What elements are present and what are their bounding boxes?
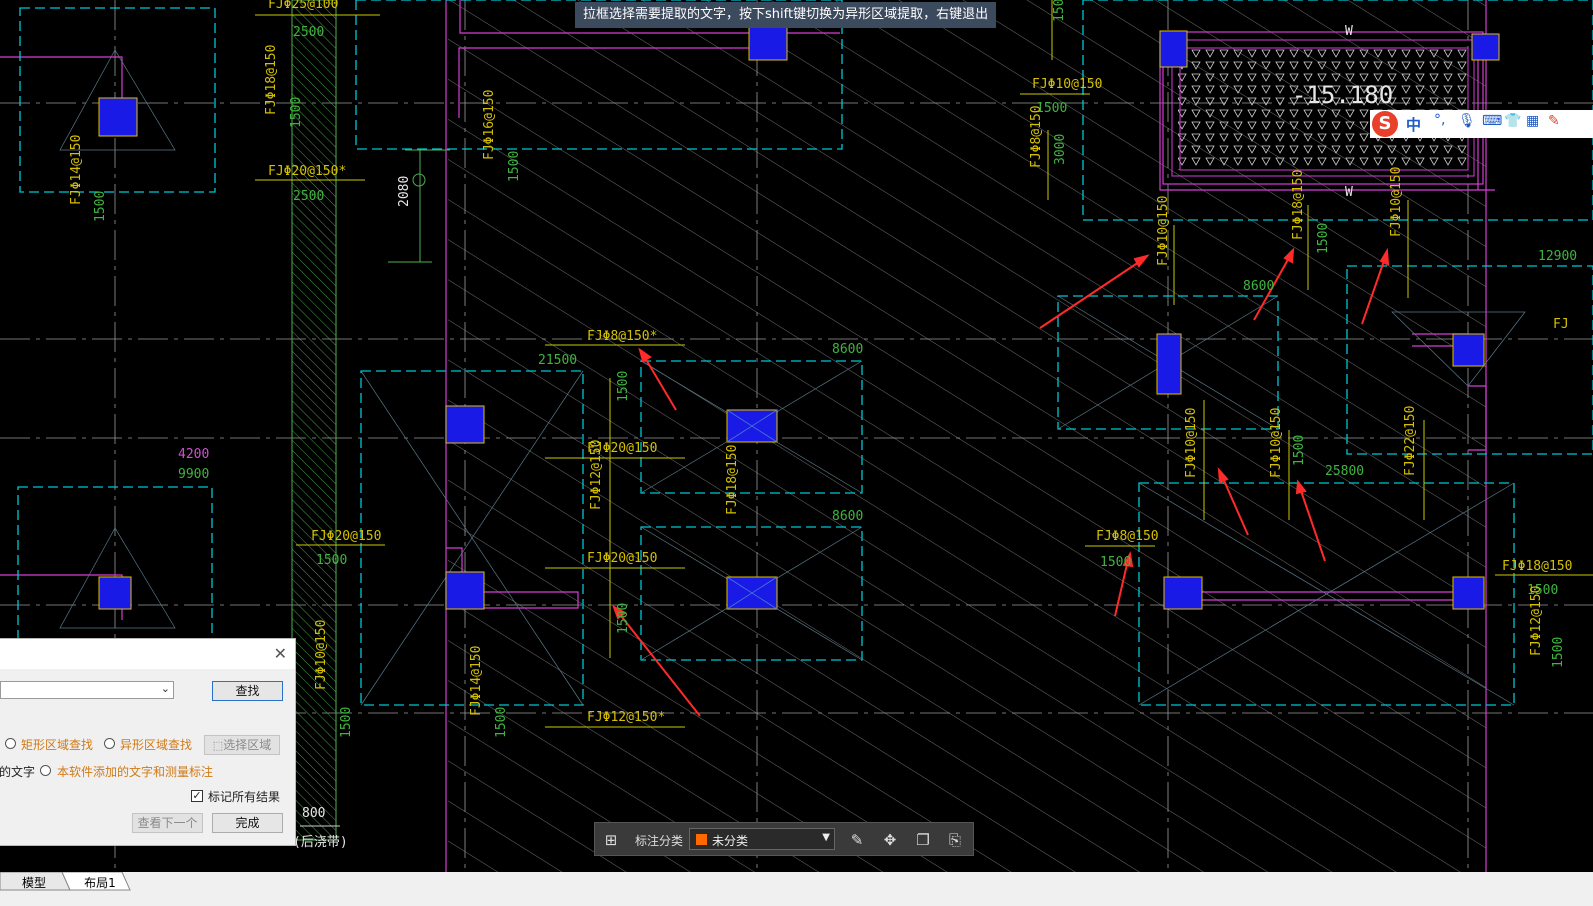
drawing-label: FJΦ18@150	[1291, 170, 1306, 240]
drawing-label: FJΦ22@150	[1403, 406, 1418, 476]
sogou-logo-icon: S	[1372, 111, 1398, 137]
edit-icon[interactable]: ✎	[847, 830, 867, 850]
drawing-label: FJΦ14@150	[469, 646, 484, 716]
close-icon[interactable]: ✕	[274, 644, 287, 663]
drawing-label: FJΦ12@150	[589, 440, 604, 510]
drawing-label: FJΦ25@100	[268, 0, 338, 12]
drawing-label: 8600	[832, 342, 863, 357]
drawing-label: 1500	[616, 371, 631, 402]
ime-toolbar[interactable]: S 中 °, 🎙 ⌨ 👕 ▦ ✎	[1370, 110, 1593, 138]
grid-menu-icon[interactable]: ⊞	[601, 830, 621, 850]
drawing-label: 8600	[1243, 279, 1274, 294]
drawing-label: 1500	[289, 97, 304, 128]
select-region-icon: ⬚	[212, 739, 224, 752]
drawing-label: FJΦ14@150	[69, 135, 84, 205]
drawing-label: FJΦ16@150	[482, 90, 497, 160]
drawing-label: FJΦ12@150	[1529, 586, 1544, 656]
drawing-label: FJΦ12@150*	[587, 710, 665, 725]
drawing-label: FJΦ20@150*	[268, 164, 346, 179]
paste-icon[interactable]: ⎘	[945, 830, 965, 850]
annotation-toolbar: ⊞ 标注分类 未分类 ▼ ✎ ✥ ❐ ⎘	[594, 822, 974, 856]
radio-rect-region-label: 矩形区域查找	[21, 738, 94, 752]
drawing-label: 800	[302, 806, 325, 821]
drawing-label: FJΦ8@150	[1096, 529, 1159, 544]
move-icon[interactable]: ✥	[880, 830, 900, 850]
dropdown-arrow-icon[interactable]: ▼	[822, 832, 830, 843]
drawing-label: (后浇带)	[293, 835, 348, 850]
category-color-swatch	[696, 834, 707, 845]
drawing-label: FJΦ10@150	[314, 620, 329, 690]
drawing-label: FJΦ20@150	[311, 529, 381, 544]
radio-polygon-region[interactable]	[104, 738, 115, 749]
drawing-label: FJΦ10@150	[1156, 196, 1171, 266]
drawing-label: FJΦ18@150	[725, 445, 740, 515]
drawing-label: 8600	[832, 509, 863, 524]
done-button[interactable]: 完成	[212, 813, 283, 833]
drawing-label: FJΦ10@150	[1269, 408, 1284, 478]
punctuation-icon[interactable]: °,	[1434, 112, 1445, 128]
drawing-label: 4200	[178, 447, 209, 462]
drawing-label: FJΦ8@150*	[587, 329, 657, 344]
dialog-titlebar: ✕	[0, 639, 295, 669]
radio-rect-region[interactable]	[5, 738, 16, 749]
radio-software-text[interactable]	[40, 765, 51, 776]
drawing-label: W	[1345, 24, 1353, 39]
drawing-label: 1500	[1551, 637, 1566, 668]
chevron-down-icon[interactable]: ⌄	[161, 682, 170, 695]
drawing-label: 3000	[1053, 134, 1068, 165]
mascot-icon[interactable]: ✎	[1548, 113, 1560, 129]
find-button[interactable]: 查找	[212, 681, 283, 701]
drawing-label: FJΦ18@150	[264, 45, 279, 115]
drawing-label: 12900	[1538, 249, 1577, 264]
drawing-label: FJΦ8@150	[1029, 105, 1044, 168]
category-label: 标注分类	[635, 834, 684, 848]
tab-layout1[interactable]: 布局1	[78, 874, 122, 892]
drawing-label: W	[1345, 185, 1353, 200]
category-select[interactable]: 未分类 ▼	[689, 828, 835, 850]
select-region-button[interactable]: ⬚选择区域	[204, 735, 280, 755]
drawing-label: 9900	[178, 467, 209, 482]
drawing-label: FJ	[1553, 317, 1569, 332]
radio-software-text-label: 本软件添加的文字和测量标注	[57, 765, 214, 779]
mark-all-label: 标记所有结果	[208, 790, 281, 804]
drawing-label: 25800	[1325, 464, 1364, 479]
extract-tip-tooltip: 拉框选择需要提取的文字，按下shift键切换为异形区域提取，右键退出	[575, 2, 997, 28]
drawing-label: 2080	[397, 176, 412, 207]
drawing-label: FJΦ10@150	[1389, 167, 1404, 237]
drawing-label: 1500	[1052, 0, 1067, 22]
radio-drawing-text-label: 的文字	[0, 765, 36, 779]
search-text-combo[interactable]: ⌄	[0, 681, 174, 699]
radio-polygon-region-label: 异形区域查找	[120, 738, 193, 752]
tab-model[interactable]: 模型	[16, 874, 52, 892]
drawing-label: 1500	[1292, 435, 1307, 466]
find-next-button[interactable]: 查看下一个	[132, 813, 203, 833]
drawing-label: FJΦ18@150	[1502, 559, 1572, 574]
find-text-dialog: ✕ ⌄ 查找 矩形区域查找 异形区域查找 ⬚选择区域 的文字 本软件添加的文字和…	[0, 638, 296, 846]
drawing-label: 1500	[339, 707, 354, 738]
category-value: 未分类	[712, 834, 749, 848]
drawing-label: 1500	[93, 191, 108, 222]
copy-icon[interactable]: ❐	[913, 830, 933, 850]
drawing-label: 1500	[507, 151, 522, 182]
toolbox-icon[interactable]: ▦	[1526, 113, 1539, 129]
drawing-label: 1500	[316, 553, 347, 568]
drawing-label: 1500	[1316, 223, 1331, 254]
layout-tab-bar: 模型 布局1	[0, 872, 1593, 906]
drawing-label: 1500	[1100, 555, 1131, 570]
keyboard-icon[interactable]: ⌨	[1482, 113, 1502, 129]
drawing-label: -15.180	[1292, 81, 1393, 109]
drawing-label: 2500	[293, 189, 324, 204]
microphone-icon[interactable]: 🎙	[1458, 113, 1476, 129]
drawing-label: FJΦ10@150	[1184, 408, 1199, 478]
drawing-label: FJΦ20@150	[587, 551, 657, 566]
drawing-label: FJΦ10@150	[1032, 77, 1102, 92]
skin-icon[interactable]: 👕	[1504, 113, 1521, 129]
drawing-label: 2500	[293, 25, 324, 40]
ime-lang-indicator[interactable]: 中	[1406, 114, 1421, 135]
drawing-label: 1500	[494, 707, 509, 738]
drawing-label: 1500	[616, 603, 631, 634]
mark-all-checkbox[interactable]: ✓	[191, 790, 203, 802]
drawing-label: 21500	[538, 353, 577, 368]
